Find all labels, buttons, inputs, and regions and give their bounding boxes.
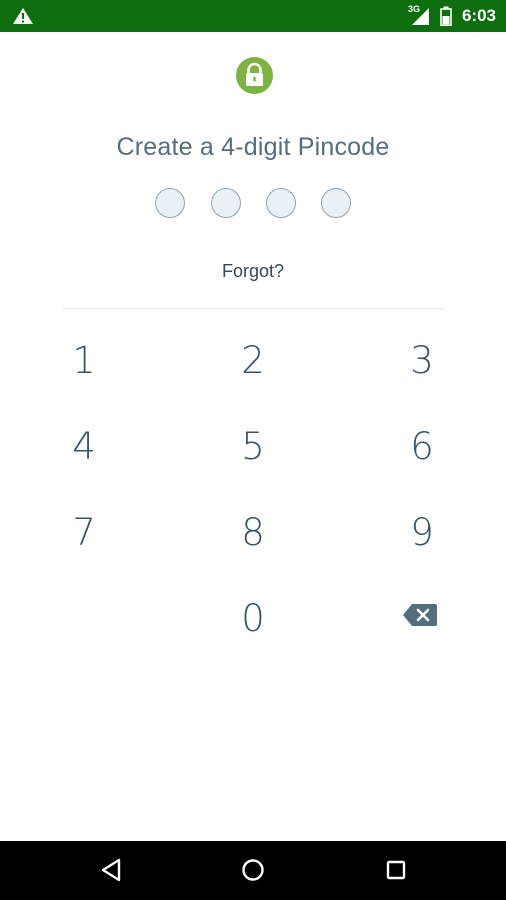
- forgot-link[interactable]: Forgot?: [0, 261, 506, 282]
- lock-icon: [236, 57, 273, 94]
- pin-dot: [155, 188, 185, 218]
- backspace-icon[interactable]: [402, 603, 442, 633]
- key-7[interactable]: 7: [24, 497, 144, 567]
- pin-dot: [321, 188, 351, 218]
- pin-dot: [266, 188, 296, 218]
- pin-indicator: [0, 188, 506, 222]
- warning-icon: [12, 7, 34, 25]
- signal-icon: 3G: [408, 4, 430, 26]
- key-1[interactable]: 1: [24, 325, 144, 395]
- key-6[interactable]: 6: [362, 411, 482, 481]
- page-title: Create a 4-digit Pincode: [116, 133, 390, 161]
- status-icons: 3G 6:03: [408, 0, 496, 32]
- status-time: 6:03: [461, 6, 496, 25]
- pin-dot: [211, 188, 241, 218]
- home-circle-icon[interactable]: [238, 855, 268, 885]
- key-8[interactable]: 8: [193, 497, 313, 567]
- key-9[interactable]: 9: [362, 497, 482, 567]
- battery-icon: [440, 6, 452, 27]
- key-3[interactable]: 3: [362, 325, 482, 395]
- navigation-bar: [0, 841, 506, 900]
- key-4[interactable]: 4: [24, 411, 144, 481]
- status-bar: 3G 6:03: [0, 0, 506, 32]
- key-5[interactable]: 5: [193, 411, 313, 481]
- back-triangle-icon[interactable]: [97, 855, 127, 885]
- recents-square-icon[interactable]: [381, 855, 411, 885]
- key-2[interactable]: 2: [193, 325, 313, 395]
- divider: [62, 308, 444, 309]
- key-0[interactable]: 0: [193, 583, 313, 653]
